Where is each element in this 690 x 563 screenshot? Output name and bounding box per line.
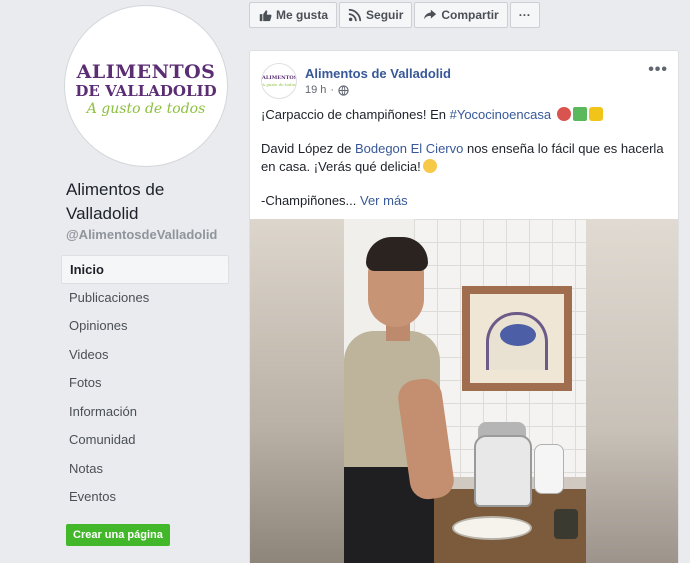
page-nav: Inicio Publicaciones Opiniones Videos Fo… [61, 255, 229, 512]
dot-separator: · [330, 84, 335, 96]
post-line-2: David López de Bodegon El Ciervo nos ens… [261, 140, 671, 176]
globe-icon[interactable] [338, 84, 349, 96]
follow-label: Seguir [366, 8, 404, 22]
nav-item-comunidad[interactable]: Comunidad [61, 426, 229, 455]
video-blur-right [586, 219, 678, 563]
rss-icon [348, 8, 362, 22]
see-more-link[interactable]: Ver más [360, 193, 408, 208]
create-page-button[interactable]: Crear una página [66, 524, 170, 546]
video-blur-left [250, 219, 344, 563]
page-profile-picture[interactable]: ALIMENTOS DE VALLADOLID A gusto de todos [65, 6, 227, 166]
mushroom-emoji [556, 107, 571, 121]
plate [452, 516, 532, 540]
like-page-button[interactable]: Me gusta [249, 2, 338, 28]
nav-item-eventos[interactable]: Eventos [61, 483, 229, 512]
kitchen-appliance [474, 435, 532, 507]
feed-post: ALIMENTOS A gusto de todos Alimentos de … [249, 50, 679, 563]
page-title[interactable]: Alimentos de Valladolid [66, 178, 236, 226]
painting-flowers [500, 324, 536, 346]
hashtag-link[interactable]: #Yococinoencasa [450, 107, 551, 122]
nav-item-opiniones[interactable]: Opiniones [61, 312, 229, 341]
post-text-1: ¡Carpaccio de champiñones! En [261, 107, 450, 122]
share-label: Compartir [441, 8, 499, 22]
like-label: Me gusta [276, 8, 329, 22]
avatar-logo-tagline: A gusto de todos [262, 82, 296, 87]
avatar-logo-text: ALIMENTOS [262, 75, 297, 81]
follow-button[interactable]: Seguir [339, 2, 413, 28]
logo-text-1: ALIMENTOS [76, 61, 216, 83]
painting-canvas [470, 294, 564, 383]
jar [554, 509, 578, 539]
mention-link[interactable]: Bodegon El Ciervo [355, 141, 463, 156]
post-timestamp[interactable]: 19 h [305, 84, 326, 96]
video-frame [344, 219, 586, 563]
post-video[interactable] [250, 219, 678, 563]
page-handle[interactable]: @AlimentosdeValladolid [66, 227, 217, 242]
post-line-1: ¡Carpaccio de champiñones! En #Yococinoe… [261, 106, 671, 124]
nav-item-publicaciones[interactable]: Publicaciones [61, 284, 229, 313]
more-actions-button[interactable]: ··· [509, 2, 540, 28]
share-button[interactable]: Compartir [414, 2, 508, 28]
nav-item-videos[interactable]: Videos [61, 341, 229, 370]
logo-tagline: A gusto de todos [86, 101, 206, 117]
post-author-link[interactable]: Alimentos de Valladolid [305, 66, 451, 81]
kettle [534, 444, 564, 494]
post-meta: 19 h · [305, 84, 349, 96]
logo-text-2: DE VALLADOLID [75, 82, 217, 100]
thumbs-up-icon [259, 10, 272, 22]
nav-item-informacion[interactable]: Información [61, 398, 229, 427]
wall-painting [462, 286, 572, 391]
share-icon [424, 9, 437, 20]
post-text-4: -Champiñones... [261, 193, 360, 208]
left-sidebar: ALIMENTOS DE VALLADOLID A gusto de todos… [0, 0, 240, 563]
post-avatar[interactable]: ALIMENTOS A gusto de todos [261, 63, 297, 99]
post-text-2: David López de [261, 141, 355, 156]
nav-item-fotos[interactable]: Fotos [61, 369, 229, 398]
nav-item-inicio[interactable]: Inicio [61, 255, 229, 284]
cheese-emoji [588, 107, 603, 121]
post-line-3: -Champiñones... Ver más [261, 192, 671, 210]
smile-emoji [422, 159, 437, 173]
post-message: ¡Carpaccio de champiñones! En #Yococinoe… [261, 106, 671, 226]
nav-item-notas[interactable]: Notas [61, 455, 229, 484]
brand-logo: ALIMENTOS DE VALLADOLID A gusto de todos [68, 9, 224, 163]
sprout-emoji [572, 107, 587, 121]
person-hair [366, 237, 428, 271]
page-action-bar: Me gusta Seguir Compartir ··· [249, 2, 540, 28]
post-options-button[interactable]: ••• [648, 61, 668, 79]
